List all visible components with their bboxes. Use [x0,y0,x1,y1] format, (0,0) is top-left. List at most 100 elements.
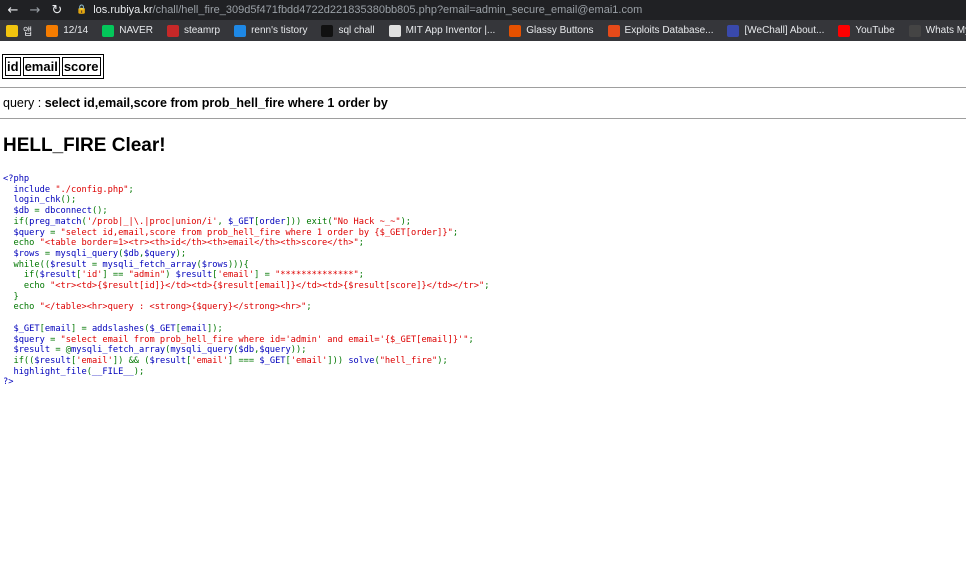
code-token: = @ [55,345,72,356]
code-token: ; [484,281,490,292]
forward-arrow-icon[interactable]: → [26,3,44,18]
code-line: } [3,291,19,302]
code-token: = [91,259,103,270]
bookmark-label: renn's tistory [251,25,308,36]
code-token: $rows [3,248,45,259]
browser-toolbar: ← → ↻ 🔒 los.rubiya.kr/chall/hell_fire_30… [0,0,966,20]
code-token: $query [259,345,291,356]
code-token: addslashes [91,323,145,334]
code-token: $rows [201,259,228,270]
bookmark-item[interactable]: MIT App Inventor |... [388,24,495,37]
bookmark-item[interactable]: Exploits Database... [607,24,714,37]
code-token: $result [175,270,213,281]
bookmark-item[interactable]: 12/14 [46,24,89,37]
table-header-email: email [22,57,60,76]
bookmark-label: [WeChall] About... [744,25,825,36]
code-token: login_chk [3,195,61,206]
bookmark-label: Glassy Buttons [526,25,594,36]
code-token: mysqli_fetch_array [71,345,166,356]
code-token: $_GET [259,355,286,366]
code-token: highlight_file [3,366,87,377]
bookmark-label: 12/14 [63,25,89,36]
youtube-icon [838,24,851,37]
code-token: $query [3,334,51,345]
code-token: <?php [3,174,30,184]
glassy-icon [509,24,522,37]
code-token: echo [3,302,40,313]
bookmark-label: YouTube [855,25,895,36]
bookmark-item[interactable]: Glassy Buttons [509,24,594,37]
back-arrow-icon[interactable]: ← [4,3,22,18]
wechall-icon [727,24,740,37]
code-token: while(( [3,259,51,270]
code-token: ; [306,302,312,313]
divider [0,118,966,119]
code-token: "<tr><td>{$result[id]}</td><td>{$result[… [50,281,485,292]
code-token: 'email' [76,355,113,366]
bookmark-item[interactable]: NAVER [102,24,153,37]
code-line: echo "</table><hr>query : <strong>{$quer… [3,302,312,313]
code-token: $result [39,270,77,281]
query-value: select id,email,score from prob_hell_fir… [44,96,388,110]
bookmark-item[interactable]: steamrp [166,24,220,37]
tistory-icon [234,24,247,37]
code-line: if(preg_match('/prob|_|\.|proc|union/i',… [3,217,411,227]
blogger-icon [46,24,59,37]
code-token: email [44,323,72,334]
exploitdb-icon [607,24,620,37]
code-line: $result = @mysqli_fetch_array(mysqli_que… [3,345,306,355]
code-token: "hell_fire" [379,355,438,366]
bookmark-item[interactable]: renn's tistory [234,24,308,37]
bookmark-label: Exploits Database... [624,25,714,36]
code-token: $db [238,345,255,356]
code-token: ; [358,238,364,249]
bookmarks-bar: 앱 12/14 NAVER steamrp renn's tistory sql chal… [0,20,966,41]
bookmark-item[interactable]: 앱 [6,23,32,38]
code-token: ); [175,248,187,259]
whatsmyip-icon [908,24,921,37]
code-token: echo [3,281,51,292]
code-token: if( [3,270,40,281]
z-icon [321,24,334,37]
code-token: 'email' [290,355,328,366]
clear-heading: HELL_FIRE Clear! [3,135,166,156]
code-token: = [34,206,45,217]
bookmark-item[interactable]: sql chall [321,24,375,37]
code-token: "</table><hr>query : <strong>{$query}</s… [39,302,307,313]
bookmark-item[interactable]: Whats My IP Addr... [908,24,966,37]
bookmark-item[interactable]: [WeChall] About... [727,24,825,37]
code-token: ?> [3,377,14,388]
code-token: ])) exit( [285,216,333,227]
code-token: ] === [227,355,260,366]
code-token: ])) [327,355,349,366]
result-table: id email score [2,54,104,79]
code-token: "<table border=1><tr><th>id</th><th>emai… [39,238,359,249]
page-content: id email score query : select id,email,s… [0,54,966,584]
code-token: "admin" [128,270,166,281]
bookmark-item[interactable]: YouTube [838,24,895,37]
code-token: = [50,227,61,238]
url-path: /chall/hell_fire_309d5f471fbdd4722d22183… [152,4,643,16]
lock-icon[interactable]: 🔒 [76,5,87,15]
code-line: $rows = mysqli_query($db,$query); [3,249,186,259]
code-token: "./config.php" [55,184,129,195]
code-token: (); [60,195,77,206]
naver-icon [102,24,115,37]
code-token: 'id' [81,270,103,281]
address-bar[interactable]: 🔒 los.rubiya.kr/chall/hell_fire_309d5f47… [76,4,642,16]
bookmark-label: 앱 [23,27,33,38]
code-token: $result [50,259,92,270]
code-token: ; [468,334,474,345]
code-token: "**************" [275,270,359,281]
code-token: )); [290,345,307,356]
code-token: if( [3,216,30,227]
code-token: } [3,291,19,302]
reload-icon[interactable]: ↻ [48,3,66,18]
divider [0,87,966,88]
code-token: __FILE__ [91,366,134,377]
code-token: include [3,184,56,195]
code-line [3,313,8,323]
code-token: ) [165,270,176,281]
code-token: if(( [3,355,35,366]
